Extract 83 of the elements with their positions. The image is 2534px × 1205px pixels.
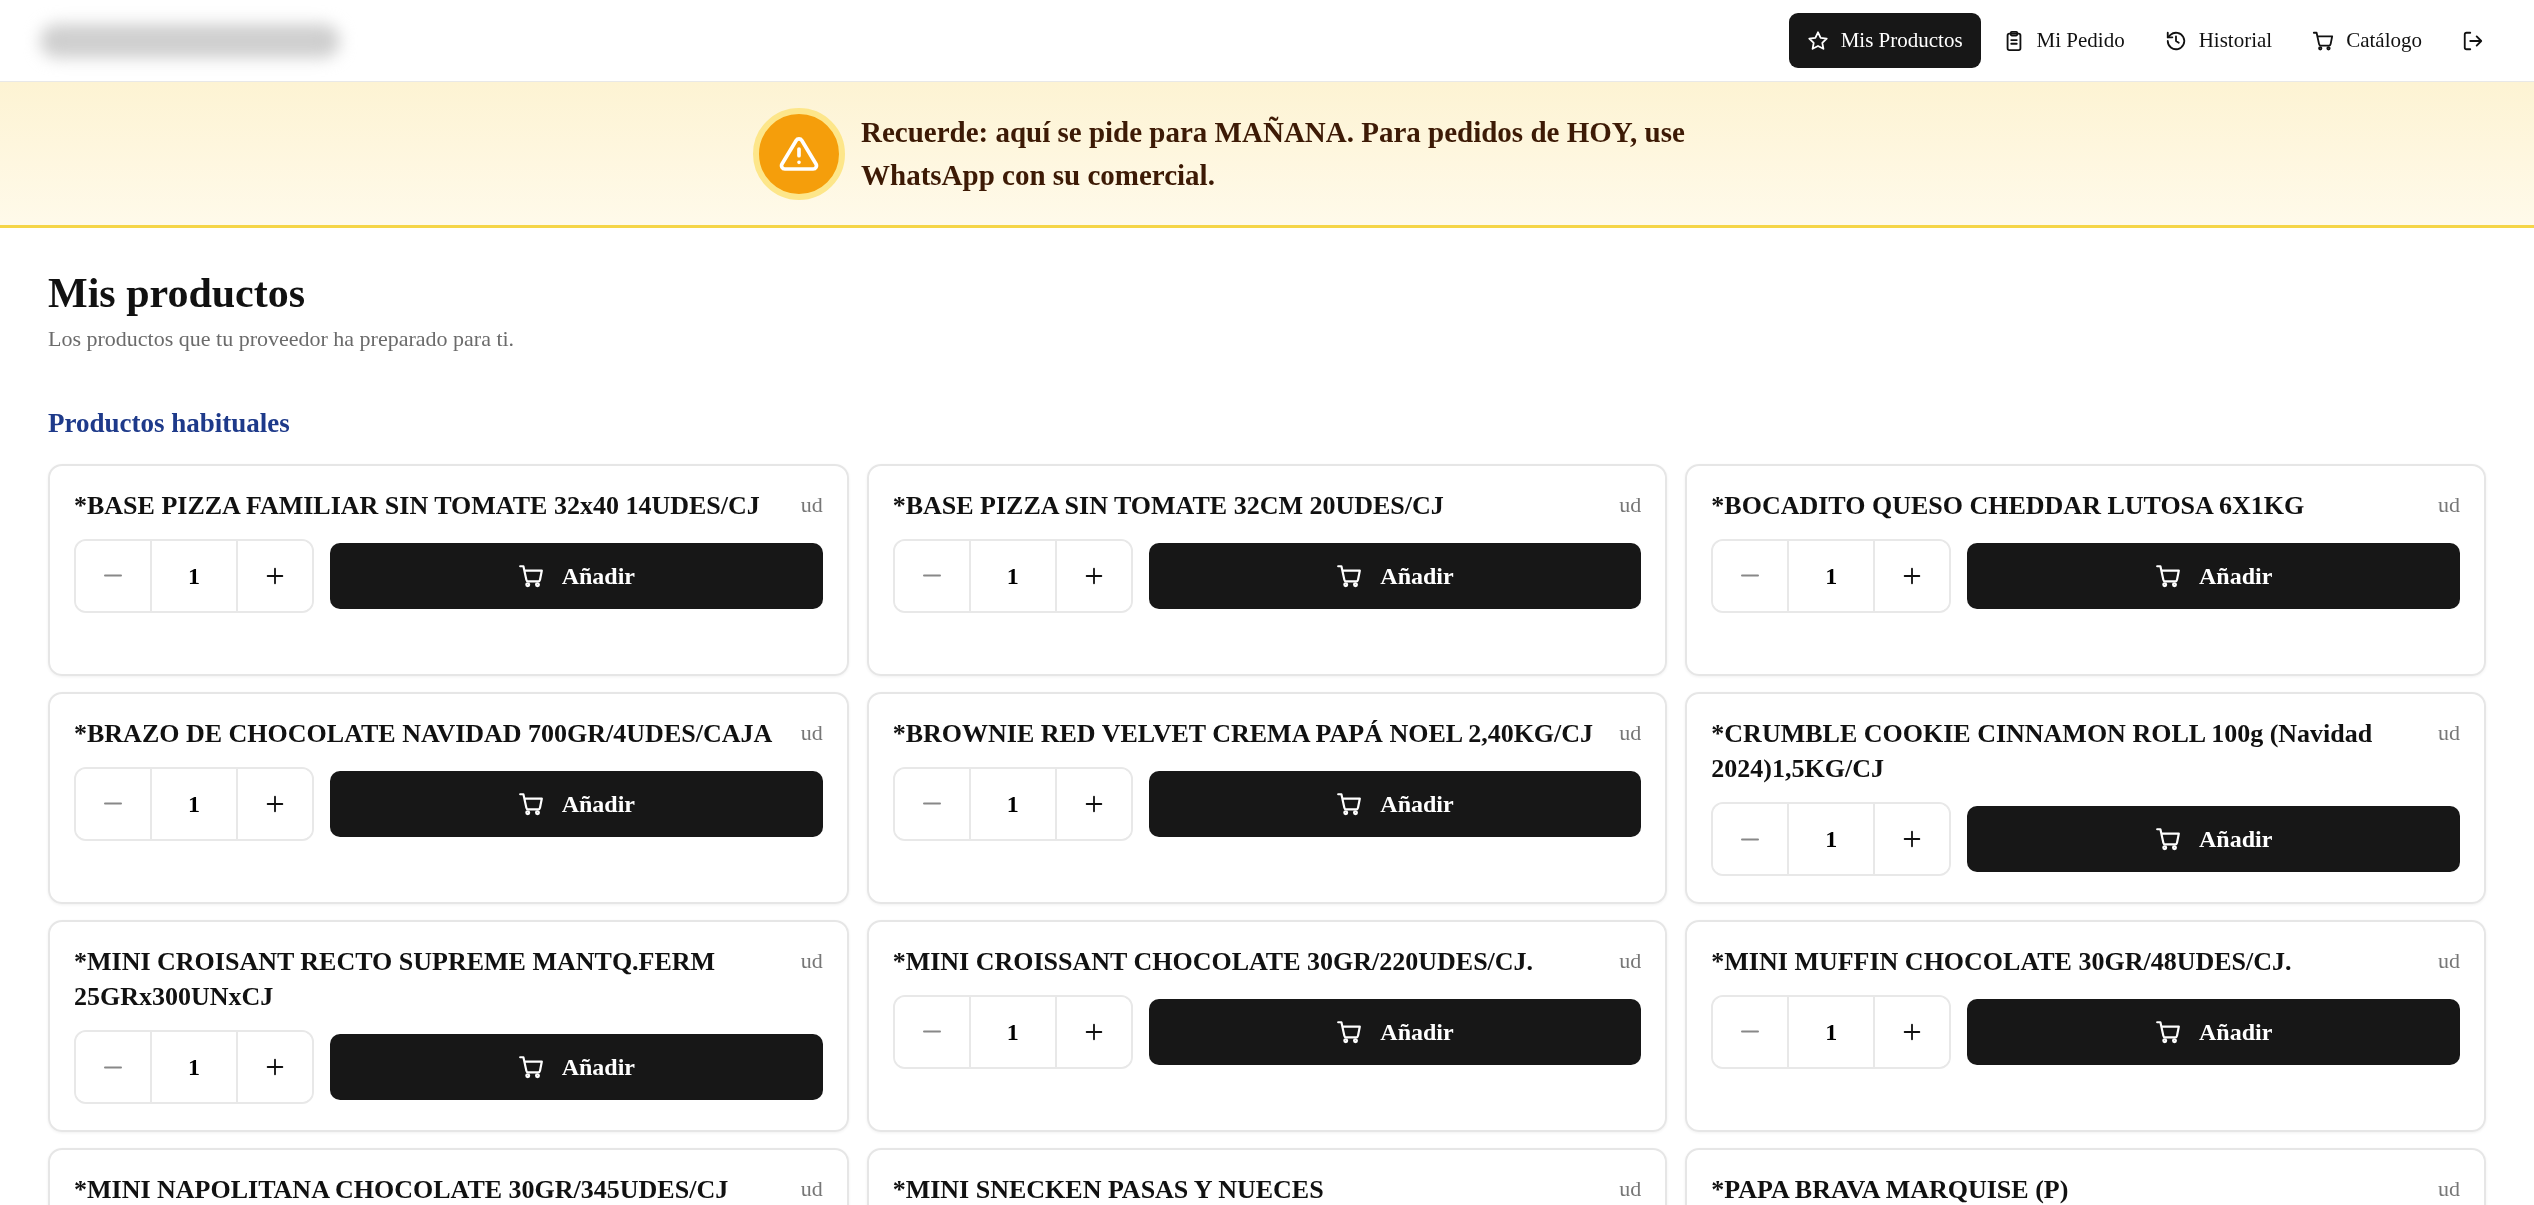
quantity-field[interactable]: 1 bbox=[968, 541, 1057, 611]
product-name: *MINI CROISSANT CHOCOLATE 30GR/220UDES/CJ. bbox=[892, 945, 1534, 978]
cart-icon bbox=[2312, 29, 2335, 52]
quantity-stepper[interactable]: 1 bbox=[892, 995, 1133, 1069]
quantity-stepper[interactable]: 1 bbox=[1711, 995, 1952, 1069]
cart-icon bbox=[517, 791, 544, 817]
minus-icon bbox=[1740, 1030, 1761, 1034]
product-name: *MINI CROISANT RECTO SUPREME MANTQ.FERM 25GRx300UNxCJ bbox=[74, 945, 717, 1013]
cart-icon bbox=[1336, 1019, 1363, 1045]
plus-icon bbox=[264, 793, 286, 815]
product-name: *BASE PIZZA SIN TOMATE 32CM 20UDES/CJ bbox=[892, 489, 1444, 522]
quantity-field[interactable]: 1 bbox=[150, 769, 238, 839]
unit-label: ud bbox=[1619, 946, 1642, 975]
unit-label: ud bbox=[1619, 490, 1642, 519]
unit-label: ud bbox=[800, 1174, 823, 1203]
logout-icon bbox=[2462, 29, 2484, 52]
cart-icon bbox=[2155, 1019, 2181, 1045]
plus-icon bbox=[264, 565, 286, 587]
add-button[interactable]: Añadir bbox=[1148, 999, 1642, 1065]
cart-icon bbox=[1336, 791, 1363, 817]
cart-icon bbox=[2155, 826, 2181, 853]
product-name: *BOCADITO QUESO CHEDDAR LUTOSA 6X1KG bbox=[1711, 489, 2305, 522]
quantity-stepper[interactable]: 1 bbox=[74, 539, 314, 613]
unit-label: ud bbox=[2438, 718, 2460, 747]
cart-icon bbox=[1336, 563, 1363, 589]
unit-label: ud bbox=[800, 490, 823, 519]
product-name: *BRAZO DE CHOCOLATE NAVIDAD 700GR/4UDES/CAJA bbox=[74, 717, 773, 750]
minus-icon bbox=[921, 802, 942, 806]
unit-label: ud bbox=[2438, 946, 2460, 975]
minus-icon bbox=[1740, 574, 1761, 578]
nav-tab[interactable]: Historial bbox=[2146, 12, 2291, 69]
minus-icon bbox=[103, 574, 123, 578]
section-heading: Productos habituales bbox=[48, 407, 291, 441]
unit-label: ud bbox=[1619, 1174, 1642, 1203]
unit-label: ud bbox=[2438, 490, 2460, 519]
minus-icon bbox=[921, 574, 942, 578]
cart-icon bbox=[2155, 563, 2181, 589]
minus-icon bbox=[103, 802, 123, 806]
add-button[interactable]: Añadir bbox=[1148, 543, 1642, 609]
quantity-stepper[interactable]: 1 bbox=[1711, 802, 1952, 877]
product-name: *PAPA BRAVA MARQUISE (P) bbox=[1711, 1173, 2069, 1205]
product-name: *CRUMBLE COOKIE CINNAMON ROLL 100g (Navidad 2024)1,5KG/CJ bbox=[1711, 717, 2374, 785]
minus-icon bbox=[1740, 837, 1761, 841]
nav-tab[interactable]: Catálogo bbox=[2294, 12, 2440, 69]
cart-icon bbox=[517, 563, 544, 589]
quantity-field[interactable]: 1 bbox=[150, 541, 238, 611]
add-button[interactable]: Añadir bbox=[1967, 806, 2460, 873]
add-button[interactable]: Añadir bbox=[1148, 771, 1642, 837]
quantity-stepper[interactable]: 1 bbox=[892, 539, 1133, 613]
unit-label: ud bbox=[1619, 718, 1642, 747]
unit-label: ud bbox=[800, 718, 823, 747]
nav-tab[interactable]: Mis Productos bbox=[1788, 12, 1981, 69]
quantity-field[interactable]: 1 bbox=[150, 1032, 238, 1103]
product-name: *MINI NAPOLITANA CHOCOLATE 30GR/345UDES/CJ bbox=[74, 1173, 729, 1205]
add-button[interactable]: Añadir bbox=[330, 543, 823, 609]
quantity-stepper[interactable]: 1 bbox=[74, 767, 314, 841]
quantity-field[interactable]: 1 bbox=[968, 997, 1057, 1067]
product-name: *BROWNIE RED VELVET CREMA PAPÁ NOEL 2,40KG/CJ bbox=[892, 717, 1594, 750]
add-button[interactable]: Añadir bbox=[1967, 543, 2460, 609]
add-button[interactable]: Añadir bbox=[330, 771, 823, 837]
product-name: *BASE PIZZA FAMILIAR SIN TOMATE 32x40 14UDES/CJ bbox=[74, 489, 760, 522]
page-title: Mis productos bbox=[48, 269, 307, 318]
unit-label: ud bbox=[2438, 1174, 2460, 1203]
page-subtitle: Los productos que tu proveedor ha preparado para ti. bbox=[48, 325, 516, 354]
product-name: *MINI SNECKEN PASAS Y NUECES bbox=[892, 1173, 1324, 1205]
add-button[interactable]: Añadir bbox=[330, 1034, 823, 1101]
star-icon bbox=[1806, 29, 1829, 52]
quantity-field[interactable]: 1 bbox=[1787, 541, 1876, 611]
minus-icon bbox=[921, 1030, 942, 1034]
quantity-field[interactable]: 1 bbox=[968, 769, 1057, 839]
nav-tab[interactable]: Mi Pedido bbox=[1984, 12, 2143, 69]
unit-label: ud bbox=[800, 946, 823, 975]
reminder-message: Recuerde: aquí se pide para MAÑANA. Para pedidos de HOY, use WhatsApp con su comercial. bbox=[861, 115, 1686, 193]
product-name: *MINI MUFFIN CHOCOLATE 30GR/48UDES/CJ. bbox=[1711, 945, 2292, 978]
quantity-field[interactable]: 1 bbox=[1787, 997, 1876, 1067]
quantity-stepper[interactable]: 1 bbox=[74, 1030, 314, 1105]
cart-icon bbox=[517, 1054, 544, 1081]
quantity-field[interactable]: 1 bbox=[1787, 804, 1876, 875]
history-icon bbox=[2164, 29, 2187, 52]
quantity-stepper[interactable]: 1 bbox=[892, 767, 1133, 841]
minus-icon bbox=[103, 1065, 123, 1069]
add-button[interactable]: Añadir bbox=[1967, 999, 2460, 1065]
quantity-stepper[interactable]: 1 bbox=[1711, 539, 1952, 613]
